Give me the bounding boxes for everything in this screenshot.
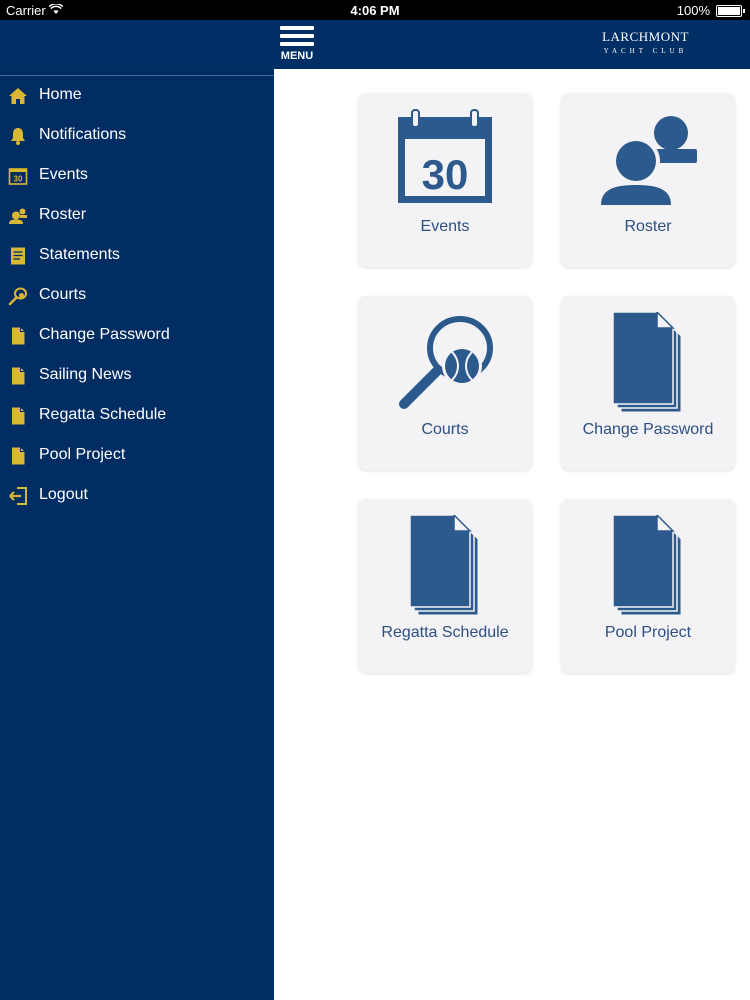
tile-label: Regatta Schedule: [381, 624, 509, 641]
battery-percent: 100%: [676, 3, 710, 18]
calendar-icon: 30: [398, 109, 492, 203]
battery-icon: [716, 5, 745, 17]
tile-label: Pool Project: [604, 624, 692, 641]
document-icon: [612, 515, 682, 615]
logout-icon: [9, 487, 27, 505]
tile-label: Change Password: [582, 421, 714, 438]
tile-events[interactable]: 30 Events: [358, 93, 532, 267]
statement-icon: [11, 247, 25, 265]
sidebar-item-label: Statements: [39, 246, 120, 263]
sidebar-item-regatta-schedule[interactable]: Regatta Schedule: [0, 396, 274, 436]
racket-icon: [8, 287, 27, 306]
club-logo: LARCHMONT YACHT CLUB: [588, 29, 703, 55]
sidebar-item-events[interactable]: 30 Events: [0, 156, 274, 196]
hamburger-bar: [280, 34, 314, 38]
tile-label: Roster: [624, 218, 672, 235]
document-icon: [12, 407, 25, 425]
sidebar-item-label: Notifications: [39, 126, 127, 143]
sidebar-item-sailing-news[interactable]: Sailing News: [0, 356, 274, 396]
document-icon: [612, 312, 682, 412]
tile-courts[interactable]: Courts: [358, 296, 532, 470]
app-header: MENU LARCHMONT YACHT CLUB: [0, 20, 750, 69]
sidebar-item-label: Regatta Schedule: [39, 406, 167, 423]
tile-label: Events: [420, 218, 470, 235]
sidebar-item-label: Pool Project: [39, 446, 126, 463]
document-icon: [12, 327, 25, 345]
sidebar-item-home[interactable]: Home: [0, 76, 274, 116]
calendar-icon: 30: [8, 168, 28, 185]
dashboard-grid: 30 Events Roster Courts Change Password …: [274, 69, 750, 1000]
logo-title: LARCHMONT: [602, 29, 689, 44]
tile-regatta-schedule[interactable]: Regatta Schedule: [358, 499, 532, 673]
menu-button[interactable]: MENU: [280, 24, 314, 64]
tile-roster[interactable]: Roster: [561, 93, 735, 267]
document-icon: [409, 515, 479, 615]
racket-icon: [399, 316, 493, 409]
sidebar-item-label: Logout: [39, 486, 88, 503]
people-icon: [601, 116, 697, 205]
tile-label: Courts: [421, 421, 469, 438]
sidebar-item-label: Home: [39, 86, 82, 103]
calendar-day: 30: [422, 151, 469, 198]
sidebar-item-notifications[interactable]: Notifications: [0, 116, 274, 156]
sidebar-item-label: Change Password: [39, 326, 170, 343]
clock: 4:06 PM: [350, 3, 400, 18]
hamburger-bar: [280, 42, 314, 46]
home-icon: [9, 88, 27, 104]
sidebar: Home Notifications 30 Events Roster Stat…: [0, 69, 274, 1000]
svg-text:30: 30: [14, 175, 23, 184]
sidebar-item-courts[interactable]: Courts: [0, 276, 274, 316]
menu-label: MENU: [280, 50, 314, 62]
logo-subtitle: YACHT CLUB: [603, 47, 688, 55]
document-icon: [12, 447, 25, 465]
sidebar-item-label: Roster: [39, 206, 87, 223]
sidebar-item-label: Courts: [39, 286, 87, 303]
tile-change-password[interactable]: Change Password: [561, 296, 735, 470]
document-icon: [12, 367, 25, 385]
sidebar-item-label: Events: [39, 166, 88, 183]
sidebar-item-statements[interactable]: Statements: [0, 236, 274, 276]
sidebar-item-pool-project[interactable]: Pool Project: [0, 436, 274, 476]
people-icon: [9, 208, 27, 224]
sidebar-item-logout[interactable]: Logout: [0, 476, 274, 516]
sidebar-item-change-password[interactable]: Change Password: [0, 316, 274, 356]
status-bar: Carrier 4:06 PM 100%: [0, 0, 750, 20]
tile-pool-project[interactable]: Pool Project: [561, 499, 735, 673]
hamburger-icon: [280, 26, 314, 30]
bell-icon: [11, 128, 25, 145]
sidebar-item-roster[interactable]: Roster: [0, 196, 274, 236]
sidebar-item-label: Sailing News: [39, 366, 132, 383]
